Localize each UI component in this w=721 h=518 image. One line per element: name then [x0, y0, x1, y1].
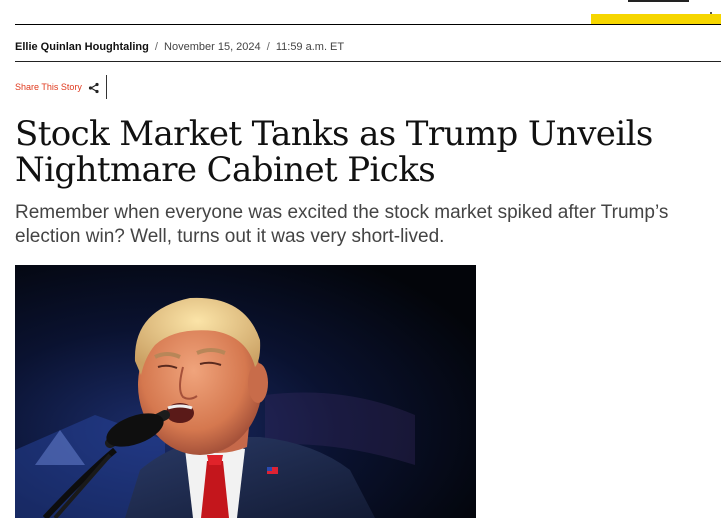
share-label[interactable]: Share This Story: [15, 82, 82, 92]
header-rule: [15, 24, 721, 25]
share-divider: [105, 75, 107, 99]
header-mark: [710, 12, 712, 14]
header-accent-bar: [591, 14, 721, 24]
header-button-edge[interactable]: [628, 0, 689, 2]
publish-date: November 15, 2024: [164, 41, 261, 53]
byline-separator: /: [266, 41, 270, 53]
byline-rule: [15, 61, 721, 62]
share-icon[interactable]: [88, 81, 100, 94]
publish-time: 11:59 a.m. ET: [275, 41, 345, 53]
byline-separator: /: [154, 41, 158, 53]
byline: Ellie Quinlan Houghtaling / November 15,…: [15, 41, 344, 53]
article-headline: Stock Market Tanks as Trump Unveils Nigh…: [15, 114, 653, 190]
author-link[interactable]: Ellie Quinlan Houghtaling: [15, 41, 149, 53]
article-dek: Remember when everyone was excited the s…: [15, 202, 669, 247]
hero-image: [15, 265, 476, 518]
share-bar[interactable]: Share This Story: [15, 75, 107, 99]
